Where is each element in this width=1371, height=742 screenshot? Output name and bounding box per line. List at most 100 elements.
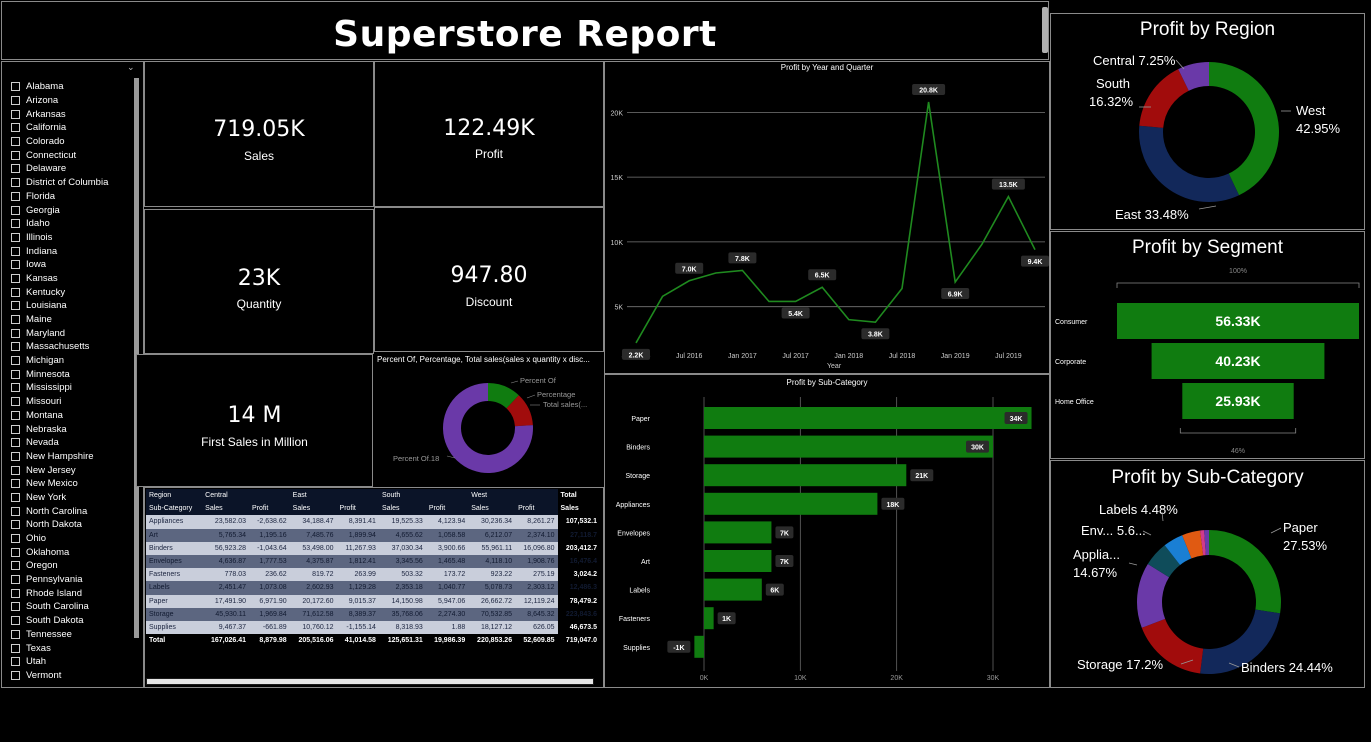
checkbox-icon[interactable] bbox=[11, 328, 20, 338]
state-option[interactable]: Georgia bbox=[11, 203, 108, 217]
state-option[interactable]: Kentucky bbox=[11, 285, 108, 299]
bar-appliances[interactable] bbox=[704, 492, 878, 515]
state-option[interactable]: Oregon bbox=[11, 559, 108, 573]
checkbox-icon[interactable] bbox=[11, 397, 20, 407]
state-option[interactable]: Massachusetts bbox=[11, 340, 108, 354]
region-slice-south[interactable] bbox=[1139, 69, 1189, 128]
state-option[interactable]: South Dakota bbox=[11, 614, 108, 628]
region-slice-east[interactable] bbox=[1139, 125, 1240, 202]
checkbox-icon[interactable] bbox=[11, 383, 20, 393]
state-option[interactable]: Mississippi bbox=[11, 381, 108, 395]
state-option[interactable]: Illinois bbox=[11, 231, 108, 245]
bar-storage[interactable] bbox=[704, 464, 907, 487]
checkbox-icon[interactable] bbox=[11, 561, 20, 571]
bar-envelopes[interactable] bbox=[704, 521, 772, 544]
checkbox-icon[interactable] bbox=[11, 301, 20, 311]
state-option[interactable]: Nebraska bbox=[11, 422, 108, 436]
checkbox-icon[interactable] bbox=[11, 657, 20, 667]
state-slicer[interactable]: ⌄ Alabama Arizona Arkansas California Colora… bbox=[1, 61, 144, 688]
checkbox-icon[interactable] bbox=[11, 315, 20, 325]
state-option[interactable]: Michigan bbox=[11, 354, 108, 368]
checkbox-icon[interactable] bbox=[11, 150, 20, 160]
checkbox-icon[interactable] bbox=[11, 602, 20, 612]
state-option[interactable]: Delaware bbox=[11, 162, 108, 176]
state-option[interactable]: Maine bbox=[11, 313, 108, 327]
state-option[interactable]: Kansas bbox=[11, 272, 108, 286]
checkbox-icon[interactable] bbox=[11, 246, 20, 256]
chevron-down-icon[interactable]: ⌄ bbox=[127, 62, 135, 73]
state-option[interactable]: Pennsylvania bbox=[11, 573, 108, 587]
checkbox-icon[interactable] bbox=[11, 191, 20, 201]
state-option[interactable]: New Mexico bbox=[11, 477, 108, 491]
state-option[interactable]: Iowa bbox=[11, 258, 108, 272]
checkbox-icon[interactable] bbox=[11, 96, 20, 106]
checkbox-icon[interactable] bbox=[11, 260, 20, 270]
state-option[interactable]: Texas bbox=[11, 641, 108, 655]
bar-binders[interactable] bbox=[704, 435, 993, 458]
matrix-hscrollbar[interactable] bbox=[146, 678, 594, 685]
state-option[interactable]: Rhode Island bbox=[11, 586, 108, 600]
checkbox-icon[interactable] bbox=[11, 205, 20, 215]
state-option[interactable]: Missouri bbox=[11, 395, 108, 409]
state-option[interactable]: Maryland bbox=[11, 326, 108, 340]
title-scrollbar[interactable] bbox=[1042, 7, 1048, 53]
state-option[interactable]: District of Columbia bbox=[11, 176, 108, 190]
subcat-slice-paper[interactable] bbox=[1209, 530, 1281, 614]
state-option[interactable]: Florida bbox=[11, 190, 108, 204]
checkbox-icon[interactable] bbox=[11, 109, 20, 119]
state-option[interactable]: Vermont bbox=[11, 669, 108, 683]
state-option[interactable]: North Dakota bbox=[11, 518, 108, 532]
state-option[interactable]: Nevada bbox=[11, 436, 108, 450]
state-option[interactable]: Connecticut bbox=[11, 148, 108, 162]
state-option[interactable]: North Carolina bbox=[11, 504, 108, 518]
state-option[interactable]: Idaho bbox=[11, 217, 108, 231]
state-option[interactable]: New Jersey bbox=[11, 463, 108, 477]
state-option[interactable]: Colorado bbox=[11, 135, 108, 149]
state-option[interactable]: Arizona bbox=[11, 94, 108, 108]
bar-paper[interactable] bbox=[704, 407, 1032, 429]
checkbox-icon[interactable] bbox=[11, 575, 20, 585]
checkbox-icon[interactable] bbox=[11, 137, 20, 147]
checkbox-icon[interactable] bbox=[11, 492, 20, 502]
checkbox-icon[interactable] bbox=[11, 547, 20, 557]
state-option[interactable]: Minnesota bbox=[11, 367, 108, 381]
checkbox-icon[interactable] bbox=[11, 123, 20, 133]
state-option[interactable]: Alabama bbox=[11, 80, 108, 94]
state-option[interactable]: Oklahoma bbox=[11, 545, 108, 559]
checkbox-icon[interactable] bbox=[11, 520, 20, 530]
checkbox-icon[interactable] bbox=[11, 670, 20, 680]
checkbox-icon[interactable] bbox=[11, 82, 20, 92]
checkbox-icon[interactable] bbox=[11, 588, 20, 598]
checkbox-icon[interactable] bbox=[11, 342, 20, 352]
region-slice-west[interactable] bbox=[1209, 62, 1279, 196]
state-option[interactable]: New Hampshire bbox=[11, 450, 108, 464]
checkbox-icon[interactable] bbox=[11, 438, 20, 448]
checkbox-icon[interactable] bbox=[11, 356, 20, 366]
checkbox-icon[interactable] bbox=[11, 465, 20, 475]
checkbox-icon[interactable] bbox=[11, 616, 20, 626]
checkbox-icon[interactable] bbox=[11, 178, 20, 188]
checkbox-icon[interactable] bbox=[11, 534, 20, 544]
state-option[interactable]: Utah bbox=[11, 655, 108, 669]
state-option[interactable]: Ohio bbox=[11, 532, 108, 546]
state-option[interactable]: California bbox=[11, 121, 108, 135]
checkbox-icon[interactable] bbox=[11, 164, 20, 174]
checkbox-icon[interactable] bbox=[11, 287, 20, 297]
bar-art[interactable] bbox=[704, 550, 772, 572]
state-option[interactable]: Louisiana bbox=[11, 299, 108, 313]
state-option[interactable]: Montana bbox=[11, 409, 108, 423]
checkbox-icon[interactable] bbox=[11, 273, 20, 283]
bar-fasteners[interactable] bbox=[704, 607, 714, 630]
checkbox-icon[interactable] bbox=[11, 451, 20, 461]
checkbox-icon[interactable] bbox=[11, 479, 20, 489]
checkbox-icon[interactable] bbox=[11, 219, 20, 229]
checkbox-icon[interactable] bbox=[11, 629, 20, 639]
checkbox-icon[interactable] bbox=[11, 643, 20, 653]
checkbox-icon[interactable] bbox=[11, 424, 20, 434]
state-option[interactable]: Arkansas bbox=[11, 107, 108, 121]
state-option[interactable]: Tennessee bbox=[11, 628, 108, 642]
checkbox-icon[interactable] bbox=[11, 369, 20, 379]
bar-supplies[interactable] bbox=[694, 635, 704, 658]
state-option[interactable]: South Carolina bbox=[11, 600, 108, 614]
bar-labels[interactable] bbox=[704, 578, 762, 601]
